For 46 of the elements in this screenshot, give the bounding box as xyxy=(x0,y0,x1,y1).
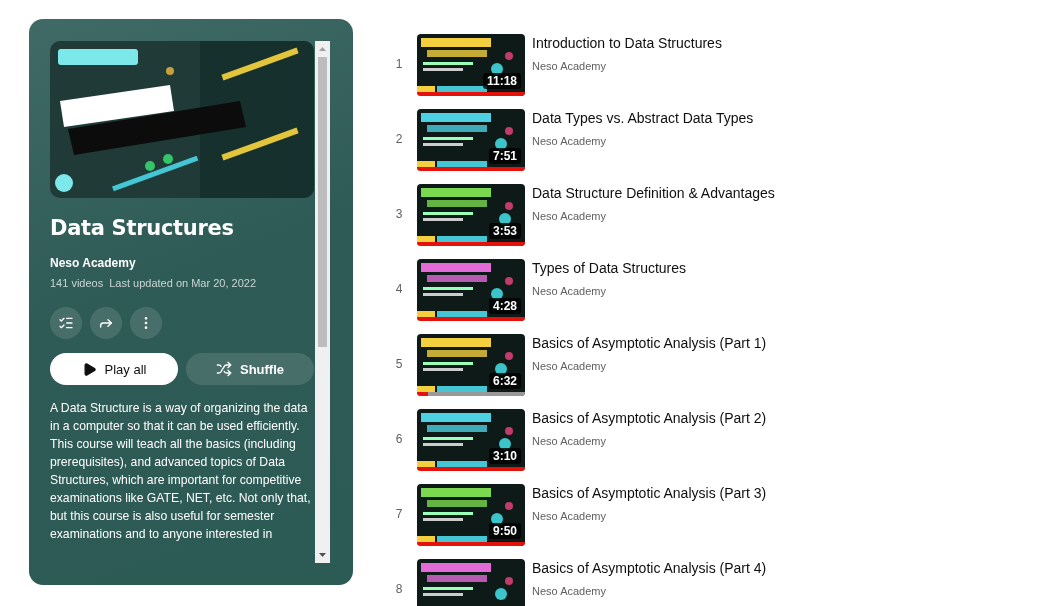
shuffle-icon xyxy=(215,361,232,377)
description-text: A Data Structure is a way of organizing the data in a computer so that it can be used efficiently. xyxy=(50,400,309,435)
video-index: 8 xyxy=(394,582,404,596)
video-index: 5 xyxy=(394,357,404,371)
video-title[interactable]: Basics of Asymptotic Analysis (Part 1) xyxy=(532,334,767,352)
updated-date: Last updated on Mar 20, 2022 xyxy=(109,277,256,289)
video-title[interactable]: Basics of Asymptotic Analysis (Part 2) xyxy=(532,409,767,427)
duration-badge: 6:32 xyxy=(488,373,521,389)
video-index: 6 xyxy=(394,432,404,446)
description-text: This course will teach all the basics (including prerequisites), and advanced topics of Data Structures, which are important for competitive examinations like GATE, NET, etc. Not only that, but this course is also useful for semester examinations and to anyone interested in xyxy=(50,436,312,543)
channel-name[interactable]: Neso Academy xyxy=(50,256,314,270)
playlist-title: Data Structures xyxy=(50,216,235,240)
video-title[interactable]: Data Types vs. Abstract Data Types xyxy=(532,109,754,127)
video-title[interactable]: Basics of Asymptotic Analysis (Part 3) xyxy=(532,484,767,502)
duration-badge: 7:51 xyxy=(488,148,521,164)
video-title[interactable]: Introduction to Data Structures xyxy=(532,34,722,52)
list-check-icon xyxy=(58,315,74,331)
video-channel[interactable]: Neso Academy xyxy=(532,210,775,222)
video-channel[interactable]: Neso Academy xyxy=(532,360,767,372)
video-index: 2 xyxy=(394,132,404,146)
share-button[interactable] xyxy=(90,307,122,339)
video-channel[interactable]: Neso Academy xyxy=(532,510,767,522)
video-index: 1 xyxy=(394,57,404,71)
video-title[interactable]: Types of Data Structures xyxy=(532,259,687,277)
video-channel[interactable]: Neso Academy xyxy=(532,585,767,597)
duration-badge: 11:18 xyxy=(482,73,521,89)
video-count: 141 videos xyxy=(50,277,104,289)
duration-badge: 4:28 xyxy=(488,298,521,314)
video-index: 4 xyxy=(394,282,404,296)
video-title[interactable]: Basics of Asymptotic Analysis (Part 4) xyxy=(532,559,767,577)
video-channel[interactable]: Neso Academy xyxy=(532,60,722,72)
play-icon xyxy=(81,361,97,377)
duration-badge: 3:53 xyxy=(488,223,521,239)
save-button[interactable] xyxy=(50,307,82,339)
play-all-button[interactable]: Play all xyxy=(50,353,178,385)
video-index: 3 xyxy=(394,207,404,221)
shuffle-button[interactable]: Shuffle xyxy=(186,353,314,385)
scrollbar[interactable] xyxy=(315,41,330,563)
duration-badge: 3:10 xyxy=(488,448,521,464)
duration-badge: 9:50 xyxy=(488,523,521,539)
scroll-down-icon[interactable] xyxy=(319,553,326,557)
video-title[interactable]: Data Structure Definition & Advantages xyxy=(532,184,775,202)
video-index: 7 xyxy=(394,507,404,521)
video-channel[interactable]: Neso Academy xyxy=(532,285,687,297)
video-channel[interactable]: Neso Academy xyxy=(532,135,754,147)
video-channel[interactable]: Neso Academy xyxy=(532,435,767,447)
